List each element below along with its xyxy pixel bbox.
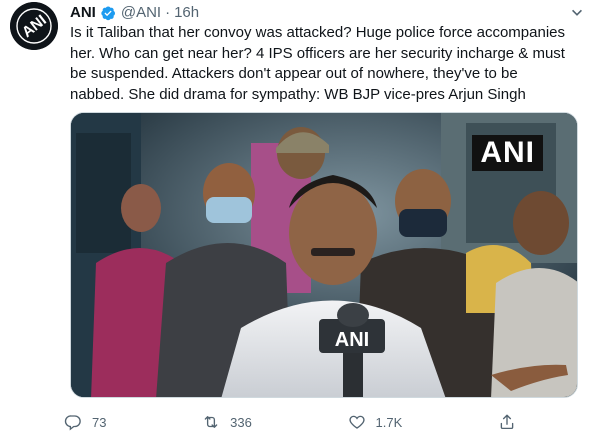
- retweet-button[interactable]: 336: [202, 413, 252, 431]
- reply-count: 73: [92, 414, 107, 430]
- separator-dot: ·: [165, 4, 171, 21]
- retweet-icon: [204, 416, 218, 428]
- avatar[interactable]: ANI: [10, 2, 58, 50]
- verified-badge-icon: [100, 5, 116, 21]
- tweet-header: ANI @ANI · 16h: [70, 4, 199, 22]
- like-count: 1.7K: [375, 414, 403, 430]
- mic-label: ANI: [335, 329, 369, 351]
- ani-logo: ANI: [10, 2, 58, 50]
- share-button[interactable]: [498, 413, 516, 431]
- author-handle[interactable]: @ANI: [121, 4, 161, 22]
- like-button[interactable]: 1.7K: [348, 413, 403, 431]
- author-name[interactable]: ANI: [70, 4, 96, 22]
- like-icon: [348, 415, 365, 429]
- ani-watermark: ANI: [472, 135, 543, 171]
- reply-icon: [64, 415, 81, 431]
- action-bar: 73 336 1.7K: [64, 410, 524, 434]
- tweet-media-image[interactable]: ANI ANI: [70, 112, 578, 398]
- retweet-count: 336: [230, 414, 252, 430]
- reply-button[interactable]: 73: [64, 413, 106, 431]
- timestamp[interactable]: 16h: [174, 4, 199, 22]
- share-icon: [500, 414, 514, 430]
- more-button[interactable]: [566, 2, 588, 24]
- more-icon: [572, 9, 582, 16]
- tweet[interactable]: ANI ANI @ANI · 16h Is it Taliban that he…: [0, 0, 600, 438]
- tweet-text: Is it Taliban that her convoy was attack…: [70, 24, 565, 103]
